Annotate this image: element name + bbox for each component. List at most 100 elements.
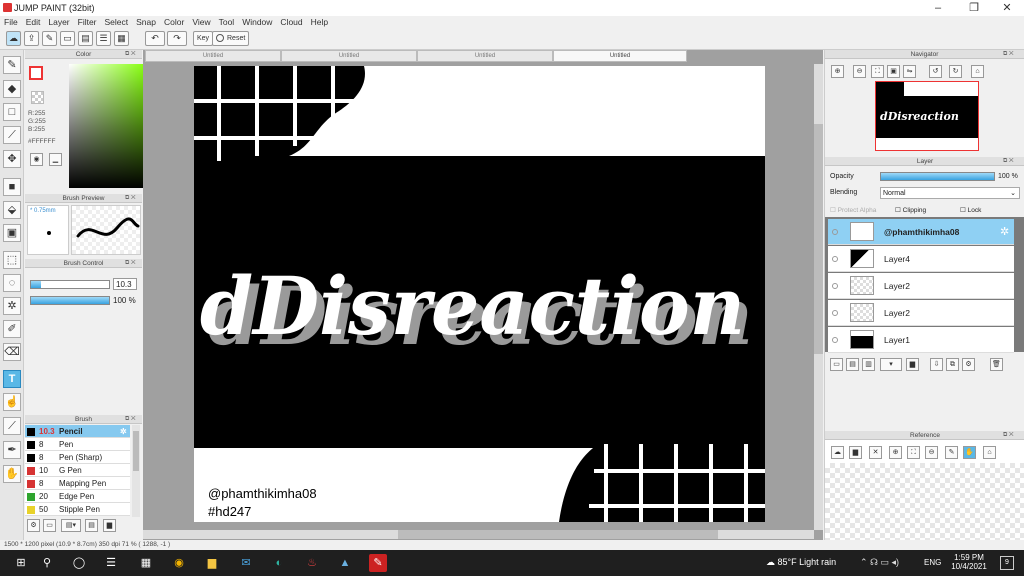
reference-canvas[interactable]	[825, 463, 1024, 540]
weather-widget[interactable]: ☁ 85°F Light rain	[766, 557, 836, 568]
panel-buttons-icon[interactable]: ⧉ ✕	[125, 260, 136, 267]
menu-snap[interactable]: Snap	[132, 16, 160, 29]
hand-select-tool-icon[interactable]: ☝	[3, 393, 21, 411]
brush-item[interactable]: 50 Stipple Pen	[25, 503, 130, 516]
brush-tool-icon[interactable]: ✎	[3, 56, 21, 74]
line-tool-icon[interactable]: ⟋	[3, 126, 21, 144]
jump-paint-taskbar-icon[interactable]: ✎	[369, 554, 387, 572]
merge-icon[interactable]: ⇩	[930, 358, 943, 371]
lock-checkbox[interactable]: ☐ Lock	[960, 206, 981, 214]
vertical-scroll-thumb[interactable]	[814, 124, 823, 354]
edge-icon[interactable]: ◐	[270, 554, 288, 572]
eraser-tool-icon[interactable]: ◆	[3, 80, 21, 98]
open-folder-icon[interactable]: ▆	[849, 446, 862, 459]
rectangle-tool-icon[interactable]: □	[3, 103, 21, 121]
move-tool-icon[interactable]: ✥	[3, 150, 21, 168]
rotate-right-icon[interactable]: ↻	[949, 65, 962, 78]
panel-buttons-icon[interactable]: ⧉ ✕	[1003, 158, 1014, 165]
list-icon[interactable]: ☰	[96, 31, 111, 46]
visibility-icon[interactable]	[832, 337, 838, 343]
layer-menu-icon[interactable]: ▾	[880, 358, 902, 371]
menu-tool[interactable]: Tool	[215, 16, 239, 29]
saturation-value-picker[interactable]	[69, 64, 150, 188]
horizontal-scrollbar[interactable]	[143, 530, 814, 539]
actual-size-icon[interactable]: ▣	[887, 65, 900, 78]
select-eraser-tool-icon[interactable]: ⌫	[3, 343, 21, 361]
notification-button[interactable]: 9	[1000, 556, 1014, 570]
bucket-tool-icon[interactable]: ⬙	[3, 201, 21, 219]
brush-size-value[interactable]: 10.3	[113, 278, 137, 290]
text-tool-icon[interactable]: T	[3, 370, 21, 388]
ref-eyedropper-icon[interactable]: ✎	[945, 446, 958, 459]
layer-row[interactable]: Layer1	[828, 327, 1014, 353]
duplicate-icon[interactable]: ⧉	[946, 358, 959, 371]
panel-buttons-icon[interactable]: ⧉ ✕	[1003, 51, 1014, 58]
panel-buttons-icon[interactable]: ⧉ ✕	[1003, 432, 1014, 439]
doc-tab-active[interactable]: Untitled	[553, 50, 687, 62]
brush-item[interactable]: 10.3 Pencil ✲	[25, 425, 130, 438]
language-indicator[interactable]: ENG	[924, 558, 941, 567]
visibility-icon[interactable]	[832, 283, 838, 289]
grid-icon[interactable]: ▦	[114, 31, 129, 46]
gradient-tool-icon[interactable]: ▣	[3, 224, 21, 242]
rotate-left-icon[interactable]: ↺	[929, 65, 942, 78]
brush-item[interactable]: 20 Edge Pen	[25, 490, 130, 503]
brush-settings-icon[interactable]: ⚙	[27, 519, 40, 532]
ref-hand-icon[interactable]: ✋	[963, 446, 976, 459]
flip-icon[interactable]: ⇋	[903, 65, 916, 78]
window-icon[interactable]: ▭	[60, 31, 75, 46]
brush-menu-icon[interactable]: ▤▾	[61, 519, 81, 532]
doc-tab[interactable]: Untitled	[145, 50, 281, 62]
layer-row[interactable]: Layer2	[828, 300, 1014, 326]
visibility-icon[interactable]	[832, 310, 838, 316]
brush-list-scrollbar[interactable]	[132, 425, 140, 517]
layer-row[interactable]: @phamthikimha08 ✲	[828, 219, 1014, 245]
menu-file[interactable]: File	[0, 16, 22, 29]
protect-alpha-checkbox[interactable]: ☐ Protect Alpha	[830, 206, 876, 214]
speech-icon[interactable]: ✎	[42, 31, 57, 46]
new-text-layer-icon[interactable]: ▥	[862, 358, 875, 371]
select-rect-tool-icon[interactable]: ⬚	[3, 251, 21, 269]
cloud-icon[interactable]: ☁	[6, 31, 21, 46]
fill-rect-tool-icon[interactable]: ■	[3, 178, 21, 196]
magic-wand-tool-icon[interactable]: ✲	[3, 297, 21, 315]
zoom-out-icon[interactable]: ⊖	[853, 65, 866, 78]
brush-list-scroll-thumb[interactable]	[133, 431, 139, 471]
foreground-color-swatch[interactable]	[29, 66, 43, 80]
visibility-icon[interactable]	[832, 229, 838, 235]
brush-item[interactable]: 10 G Pen	[25, 464, 130, 477]
gear-icon[interactable]: ✲	[120, 425, 127, 438]
file-explorer-icon[interactable]: ▆	[203, 554, 221, 572]
upload-icon[interactable]: ⇪	[24, 31, 39, 46]
undo-button[interactable]: ↶	[145, 31, 165, 46]
eyedrop-small-icon[interactable]: ▁	[49, 153, 62, 166]
palette-icon[interactable]: ◉	[30, 153, 43, 166]
horizontal-scroll-thumb[interactable]	[398, 530, 718, 539]
visibility-icon[interactable]	[832, 256, 838, 262]
brush-size-slider[interactable]	[30, 280, 110, 289]
document-canvas[interactable]: dDisreaction dDisreaction @phamthikimha0…	[194, 66, 765, 522]
ref-zoom-in-icon[interactable]: ⊕	[889, 446, 902, 459]
brush-opacity-slider[interactable]	[30, 296, 110, 305]
menu-select[interactable]: Select	[101, 16, 133, 29]
eyedropper-tool-icon[interactable]: ⟋	[3, 417, 21, 435]
menu-layer[interactable]: Layer	[44, 16, 73, 29]
brush-copy-icon[interactable]: ▤	[85, 519, 98, 532]
menu-help[interactable]: Help	[307, 16, 332, 29]
key-button[interactable]: Key	[193, 31, 214, 46]
select-pen-tool-icon[interactable]: ✐	[3, 320, 21, 338]
photos-icon[interactable]: ▲	[336, 554, 354, 572]
minimize-button[interactable]: –	[921, 0, 955, 16]
trash-icon[interactable]: 🗑	[990, 358, 1003, 371]
zoom-in-icon[interactable]: ⊕	[831, 65, 844, 78]
close-ref-icon[interactable]: ✕	[869, 446, 882, 459]
gear-icon[interactable]: ✲	[1000, 225, 1009, 238]
chrome-icon[interactable]: ◉	[170, 554, 188, 572]
app-red-icon[interactable]: ♨	[303, 554, 321, 572]
brush-folder-icon[interactable]: ▆	[103, 519, 116, 532]
ref-zoom-out-icon[interactable]: ⊖	[925, 446, 938, 459]
layer-settings-icon[interactable]: ⚙	[962, 358, 975, 371]
mail-icon[interactable]: ✉	[237, 554, 255, 572]
doc-tab[interactable]: Untitled	[281, 50, 417, 62]
brush-item[interactable]: 8 Pen	[25, 438, 130, 451]
